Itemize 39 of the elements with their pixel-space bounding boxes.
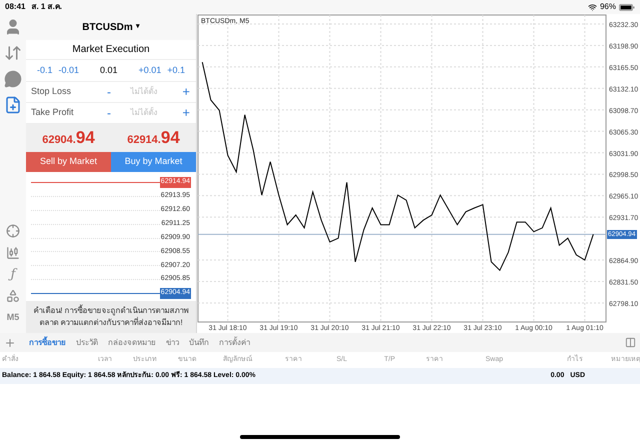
volume-value[interactable]: 0.01 xyxy=(100,64,118,78)
execution-mode: Market Execution xyxy=(72,43,150,57)
wifi-icon xyxy=(588,2,597,12)
bottom-tab[interactable]: ข่าว xyxy=(165,336,180,348)
battery-percent: 96% xyxy=(600,1,616,13)
increase-button[interactable]: + xyxy=(182,82,190,102)
volume-step-button[interactable]: -0.1 xyxy=(34,64,56,78)
candles-icon[interactable] xyxy=(6,246,20,260)
bottom-tab[interactable]: การซื้อขาย xyxy=(28,336,67,348)
status-date: ส. 1 ส.ค. xyxy=(31,1,62,13)
function-icon[interactable]: ƒ xyxy=(10,268,16,281)
bid-price: 62904.94 xyxy=(42,127,95,149)
new-order-icon[interactable] xyxy=(4,96,22,114)
user-icon[interactable] xyxy=(4,18,22,36)
bottom-tab[interactable]: บันทึก xyxy=(188,336,210,348)
volume-step-button[interactable]: +0.01 xyxy=(135,64,164,78)
bottom-tab[interactable]: กล่องจดหมาย xyxy=(107,336,157,348)
chat-icon[interactable] xyxy=(4,70,22,88)
arrows-icon[interactable] xyxy=(4,44,22,62)
add-icon[interactable] xyxy=(4,336,16,348)
decrease-button[interactable]: - xyxy=(103,83,115,101)
volume-step-button[interactable]: -0.01 xyxy=(56,64,82,78)
limit-label: Take Profit xyxy=(31,106,75,120)
timeframe-button[interactable]: M5 xyxy=(6,311,20,324)
volume-step-button[interactable]: +0.1 xyxy=(164,64,188,78)
sell-button[interactable]: Sell by Market xyxy=(26,152,111,172)
bottom-tab[interactable]: การตั้งค่า xyxy=(218,336,251,348)
ask-price: 62914.94 xyxy=(127,127,180,149)
layout-icon[interactable] xyxy=(625,337,636,348)
status-time: 08:41 xyxy=(5,1,26,13)
warning-text: คำเตือน! การซื้อขายจะถูกดำเนินการตามสภาพตลาด ความแตกต่างกับราคาที่ส่งอาจมีมาก! xyxy=(32,305,190,329)
battery-icon xyxy=(619,4,635,10)
decrease-button[interactable]: - xyxy=(103,104,115,122)
limit-label: Stop Loss xyxy=(31,85,72,98)
increase-button[interactable]: + xyxy=(182,103,190,123)
bottom-tab[interactable]: ประวัติ xyxy=(75,336,99,348)
buy-button[interactable]: Buy by Market xyxy=(111,152,196,172)
crosshair-icon[interactable] xyxy=(6,224,20,238)
shapes-icon[interactable] xyxy=(6,289,20,303)
